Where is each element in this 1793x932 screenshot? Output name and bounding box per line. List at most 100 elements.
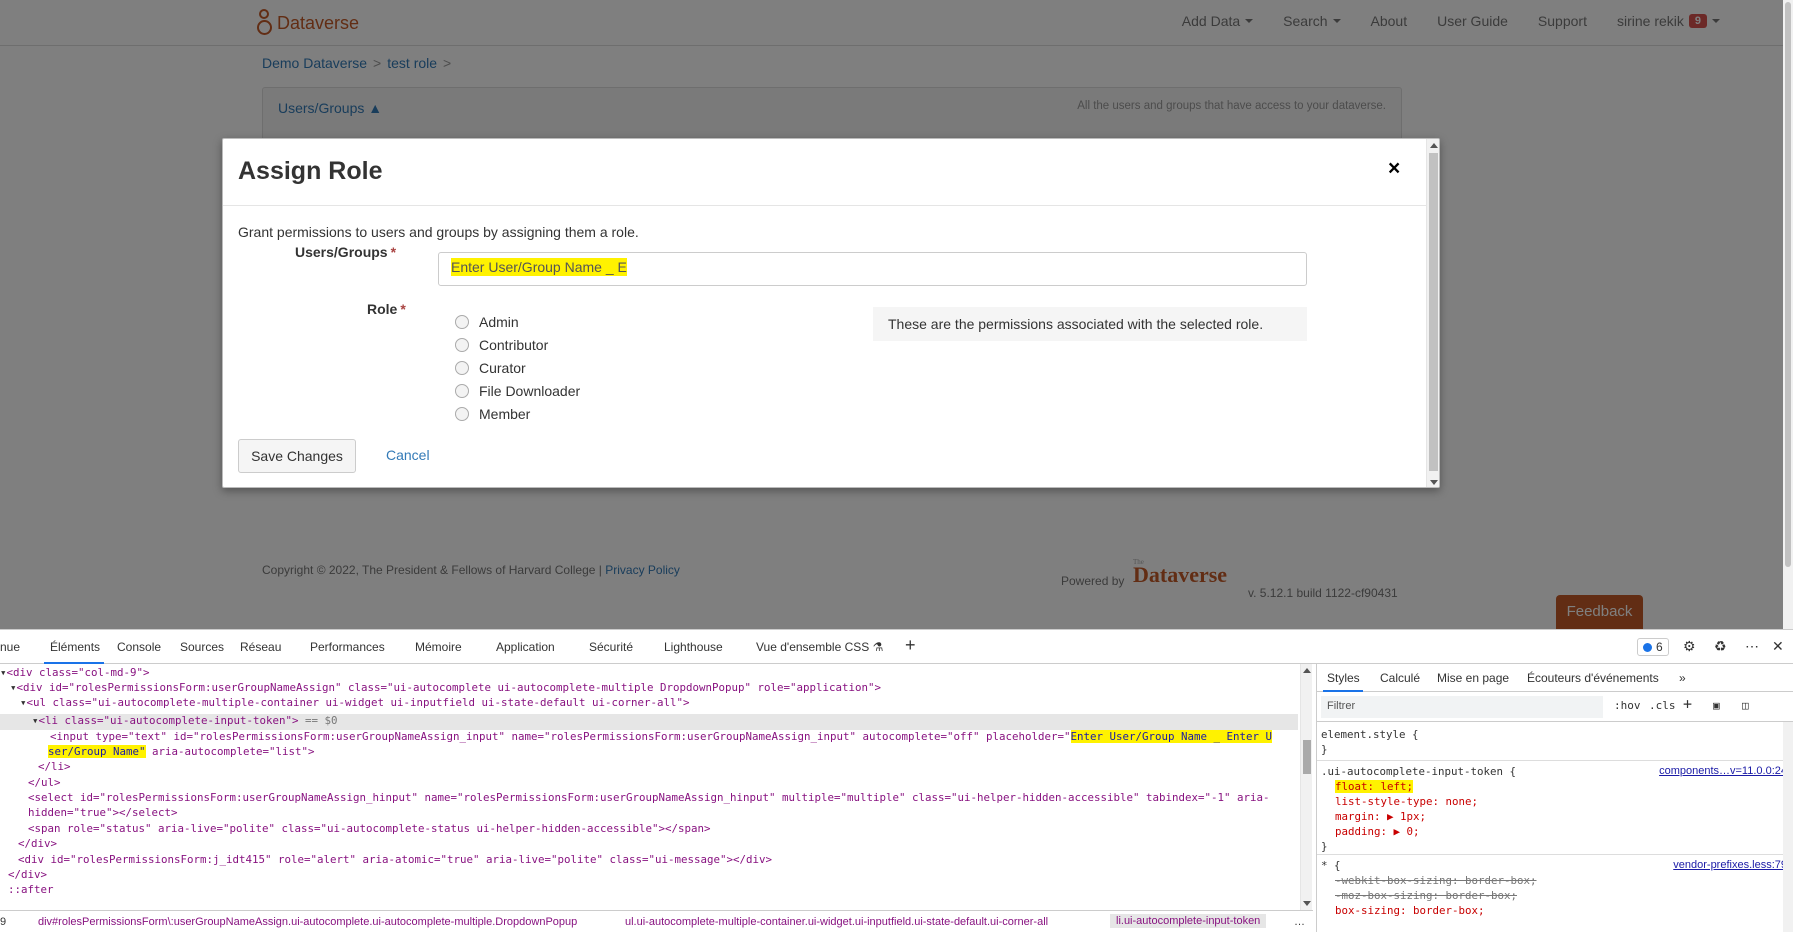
assign-role-modal: Assign Role × Grant permissions to users… bbox=[222, 138, 1440, 488]
permissions-info: These are the permissions associated wit… bbox=[873, 307, 1307, 341]
styles-pane: Styles Calculé Mise en page Écouteurs d'… bbox=[1316, 664, 1793, 932]
modal-description: Grant permissions to users and groups by… bbox=[238, 224, 639, 240]
tab-computed[interactable]: Calculé bbox=[1380, 671, 1420, 685]
more-options-icon[interactable]: ⋯ bbox=[1745, 638, 1759, 655]
dom-node-wrap[interactable]: ser/Group Name" aria-autocomplete="list"… bbox=[48, 745, 315, 761]
styles-filter-input[interactable]: Filtrer bbox=[1321, 696, 1603, 718]
scrollbar-thumb[interactable] bbox=[1303, 740, 1311, 774]
scroll-up-arrow-icon[interactable] bbox=[1303, 668, 1311, 673]
tab-sources[interactable]: Sources bbox=[180, 640, 224, 654]
new-rule-icon[interactable]: + bbox=[1683, 695, 1692, 713]
tab-styles[interactable]: Styles bbox=[1327, 671, 1360, 685]
dom-breadcrumb-item[interactable]: ul.ui-autocomplete-multiple-container.ui… bbox=[625, 916, 1048, 928]
tab-security[interactable]: Sécurité bbox=[589, 640, 633, 654]
users-groups-label: Users/Groups * bbox=[295, 244, 397, 260]
role-label: Role * bbox=[367, 301, 406, 317]
tab-lighthouse[interactable]: Lighthouse bbox=[664, 640, 723, 654]
tab-truncated[interactable]: nue bbox=[0, 640, 20, 654]
tab-event-listeners[interactable]: Écouteurs d'événements bbox=[1527, 671, 1659, 685]
tab-network[interactable]: Réseau bbox=[240, 640, 281, 654]
styles-scrollbar[interactable] bbox=[1783, 722, 1793, 932]
role-option-contributor[interactable]: Contributor bbox=[455, 333, 580, 356]
dom-node[interactable]: <div id="rolesPermissionsForm:j_idt415" … bbox=[18, 853, 772, 869]
dom-scrollbar[interactable] bbox=[1300, 664, 1312, 910]
chevron-right-icon[interactable]: » bbox=[1679, 671, 1686, 685]
rule-source-link[interactable]: components…v=11.0.0:24 bbox=[1659, 765, 1787, 777]
styles-tabbar: Styles Calculé Mise en page Écouteurs d'… bbox=[1317, 664, 1793, 692]
highlighted-placeholder: ser/Group Name" bbox=[48, 745, 146, 758]
modal-scrollbar[interactable] bbox=[1426, 139, 1439, 487]
dom-node-wrap[interactable]: hidden="true"></select> bbox=[28, 806, 178, 822]
save-changes-button[interactable]: Save Changes bbox=[238, 439, 356, 473]
scrollbar-thumb[interactable] bbox=[1429, 153, 1438, 471]
tab-elements[interactable]: Éléments bbox=[50, 640, 100, 654]
dom-node[interactable]: </div> bbox=[8, 868, 47, 884]
css-rule-universal[interactable]: * { vendor-prefixes.less:79 -webkit-box-… bbox=[1321, 859, 1791, 919]
dom-node[interactable]: ▾<div id="rolesPermissionsForm:userGroup… bbox=[10, 681, 881, 697]
flask-icon: ⚗ bbox=[872, 640, 884, 654]
scroll-down-arrow-icon[interactable] bbox=[1430, 480, 1438, 485]
gear-icon[interactable]: ⚙ bbox=[1683, 638, 1696, 655]
tab-performance[interactable]: Performances bbox=[310, 640, 385, 654]
class-toggle[interactable]: .cls bbox=[1649, 699, 1676, 712]
dom-breadcrumb-more[interactable]: … bbox=[1294, 916, 1305, 928]
browser-viewport: Dataverse Add Data Search About User Gui… bbox=[0, 0, 1783, 629]
role-option-curator[interactable]: Curator bbox=[455, 356, 580, 379]
dom-node[interactable]: <select id="rolesPermissionsForm:userGro… bbox=[28, 791, 1270, 807]
paint-icon[interactable]: ▣ bbox=[1713, 699, 1720, 712]
tab-css-overview[interactable]: Vue d'ensemble CSS ⚗ bbox=[756, 640, 883, 654]
dom-breadcrumb-item[interactable]: 9 bbox=[0, 916, 6, 928]
rule-divider bbox=[1317, 854, 1793, 855]
tab-layout[interactable]: Mise en page bbox=[1437, 671, 1509, 685]
radio-button[interactable] bbox=[455, 360, 469, 375]
role-radio-group: Admin Contributor Curator File Downloade… bbox=[455, 310, 580, 425]
dom-breadcrumbs: 9 div#rolesPermissionsForm\:userGroupNam… bbox=[0, 910, 1313, 932]
dom-node[interactable]: ▾<ul class="ui-autocomplete-multiple-con… bbox=[20, 696, 690, 712]
add-tab-icon[interactable]: + bbox=[905, 635, 916, 656]
dom-node[interactable]: </li> bbox=[38, 760, 71, 776]
dom-node[interactable]: ▾<div class="col-md-9"> bbox=[0, 666, 150, 682]
scroll-down-arrow-icon[interactable] bbox=[1303, 901, 1311, 906]
css-rule-autocomplete-token[interactable]: .ui-autocomplete-input-token { component… bbox=[1321, 765, 1791, 855]
highlighted-placeholder: Enter User/Group Name _ Enter U bbox=[1070, 730, 1273, 743]
dom-node[interactable]: </div> bbox=[18, 837, 57, 853]
message-icon bbox=[1643, 642, 1652, 652]
sidebar-toggle-icon[interactable]: ◫ bbox=[1742, 699, 1749, 712]
role-option-member[interactable]: Member bbox=[455, 402, 580, 425]
tab-console[interactable]: Console bbox=[117, 640, 161, 654]
modal-title: Assign Role bbox=[238, 157, 383, 185]
dom-node[interactable]: <input type="text" id="rolesPermissionsF… bbox=[50, 730, 1273, 746]
rule-source-link[interactable]: vendor-prefixes.less:79 bbox=[1673, 859, 1787, 871]
role-option-file-downloader[interactable]: File Downloader bbox=[455, 379, 580, 402]
radio-button[interactable] bbox=[455, 314, 469, 329]
devtools-tabbar: nue Éléments Console Sources Réseau Perf… bbox=[0, 630, 1793, 664]
dom-node-selected[interactable]: ▾<li class="ui-autocomplete-input-token"… bbox=[32, 714, 338, 730]
tab-memory[interactable]: Mémoire bbox=[415, 640, 462, 654]
radio-button[interactable] bbox=[455, 337, 469, 352]
issues-counter[interactable]: 6 bbox=[1637, 638, 1669, 656]
radio-button[interactable] bbox=[455, 406, 469, 421]
styles-filter-row: Filtrer :hov .cls + ▣ ◫ bbox=[1317, 692, 1793, 722]
dom-tree: ▾<div class="col-md-9"> ▾<div id="rolesP… bbox=[0, 664, 1313, 910]
scroll-up-arrow-icon[interactable] bbox=[1430, 143, 1438, 148]
dom-breadcrumb-item[interactable]: div#rolesPermissionsForm\:userGroupNameA… bbox=[38, 916, 577, 928]
tab-application[interactable]: Application bbox=[496, 640, 555, 654]
users-groups-input[interactable]: Enter User/Group Name _ E bbox=[438, 252, 1307, 286]
hover-state-toggle[interactable]: :hov bbox=[1614, 699, 1641, 712]
rule-divider bbox=[1317, 760, 1793, 761]
dom-node[interactable]: <span role="status" aria-live="polite" c… bbox=[28, 822, 711, 838]
scrollbar-thumb[interactable] bbox=[1785, 2, 1791, 567]
close-icon[interactable]: ✕ bbox=[1772, 638, 1784, 655]
customize-icon[interactable]: ♻ bbox=[1714, 638, 1727, 655]
dom-node[interactable]: </ul> bbox=[28, 776, 61, 792]
page-scrollbar[interactable] bbox=[1783, 0, 1793, 629]
dom-breadcrumb-current[interactable]: li.ui-autocomplete-input-token bbox=[1110, 914, 1267, 928]
users-groups-placeholder: Enter User/Group Name _ E bbox=[451, 258, 627, 276]
close-icon[interactable]: × bbox=[1388, 157, 1400, 181]
dom-pseudo-node[interactable]: ::after bbox=[8, 883, 54, 899]
cancel-button[interactable]: Cancel bbox=[386, 447, 430, 463]
element-style-rule[interactable]: element.style { } bbox=[1321, 728, 1791, 758]
highlighted-css-property[interactable]: float: left; bbox=[1335, 780, 1414, 793]
radio-button[interactable] bbox=[455, 383, 469, 398]
role-option-admin[interactable]: Admin bbox=[455, 310, 580, 333]
